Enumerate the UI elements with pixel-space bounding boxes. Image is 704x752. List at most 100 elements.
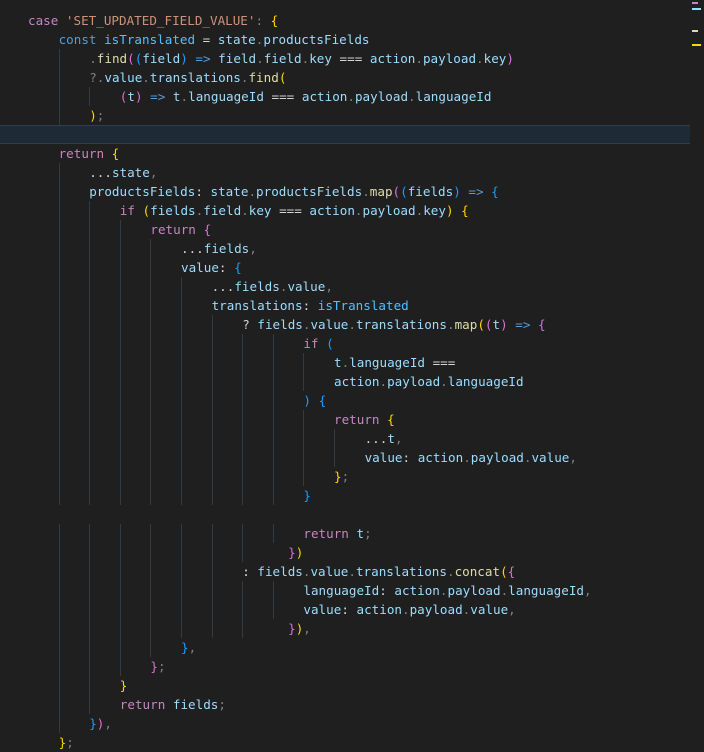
indent-guide: [58, 448, 60, 467]
indent-guide: [119, 220, 121, 239]
code-line[interactable]: },: [0, 638, 690, 657]
indent-guide: [242, 524, 244, 543]
indent-guide: [89, 429, 91, 448]
code-line[interactable]: return {: [0, 144, 690, 163]
indent-guide: [181, 543, 182, 562]
code-token: ===: [425, 355, 456, 370]
indent-guide: [181, 524, 182, 543]
code-token: value: [181, 260, 219, 275]
code-line[interactable]: t.languageId ===: [0, 353, 690, 372]
indent-guide: [181, 619, 182, 638]
code-line[interactable]: value: {: [0, 258, 690, 277]
indent-guide: [58, 600, 60, 619]
code-line[interactable]: return {: [0, 410, 690, 429]
indent-guide: [58, 296, 60, 315]
code-token: fields: [257, 317, 303, 332]
code-token: {: [318, 393, 327, 408]
code-line[interactable]: ?.value.translations.find(: [0, 68, 690, 87]
code-line[interactable]: return {: [0, 220, 690, 239]
code-token: t: [334, 355, 342, 370]
code-token: {: [507, 564, 516, 579]
code-token: return: [150, 222, 204, 237]
indent-guide: [150, 258, 152, 277]
code-line[interactable]: value: action.payload.value,: [0, 448, 690, 467]
code-line[interactable]: }: [0, 676, 690, 695]
indent-guide: [58, 315, 60, 334]
code-line[interactable]: value: action.payload.value,: [0, 600, 690, 619]
code-token: (: [400, 184, 408, 199]
code-line[interactable]: ...fields,: [0, 239, 690, 258]
code-line[interactable]: action.payload.languageId: [0, 372, 690, 391]
code-line[interactable]: ) {: [0, 391, 690, 410]
code-line[interactable]: ...state,: [0, 163, 690, 182]
indent-guide: [181, 372, 182, 391]
code-token: ): [453, 184, 461, 199]
indent-guide: [119, 429, 121, 448]
indent-guide: [150, 562, 152, 581]
code-line[interactable]: : fields.value.translations.concat({: [0, 562, 690, 581]
code-line[interactable]: ...fields.value,: [0, 277, 690, 296]
code-line[interactable]: ? fields.value.translations.map((t) => {: [0, 315, 690, 334]
indent-guide: [272, 334, 274, 353]
minimap-slider[interactable]: [690, 0, 704, 52]
code-line[interactable]: languageId: action.payload.languageId,: [0, 581, 690, 600]
code-token: languageId: [188, 89, 264, 104]
indent-guide: [119, 239, 121, 258]
indent-guide: [58, 182, 60, 201]
code-token: ;: [341, 469, 350, 484]
code-line[interactable]: }): [0, 543, 690, 562]
code-line[interactable]: return t;: [0, 524, 690, 543]
indent-guide: [150, 410, 152, 429]
code-line[interactable]: [0, 125, 690, 144]
code-line[interactable]: if (fields.field.key === action.payload.…: [0, 201, 690, 220]
code-line[interactable]: translations: isTranslated: [0, 296, 690, 315]
code-line[interactable]: };: [0, 467, 690, 486]
indent-guide: [150, 277, 152, 296]
code-token: find: [96, 51, 128, 66]
code-token: .: [476, 51, 484, 66]
indent-guide: [272, 448, 274, 467]
indent-guide: [150, 334, 152, 353]
indent-guide: [211, 315, 213, 334]
code-editor[interactable]: case 'SET_UPDATED_FIELD_VALUE': {const i…: [0, 0, 704, 750]
code-line[interactable]: return fields;: [0, 695, 690, 714]
code-token: :: [242, 564, 258, 579]
indent-guide: [119, 543, 121, 562]
code-token: :: [195, 184, 211, 199]
code-line[interactable]: (t) => t.languageId === action.payload.l…: [0, 87, 690, 106]
indent-guide: [303, 372, 305, 391]
code-line[interactable]: }),: [0, 714, 690, 733]
code-line[interactable]: productsFields: state.productsFields.map…: [0, 182, 690, 201]
code-token: t: [127, 89, 135, 104]
code-line[interactable]: }),: [0, 619, 690, 638]
code-token: fields: [172, 697, 219, 712]
code-line[interactable]: case 'SET_UPDATED_FIELD_VALUE': {: [0, 11, 690, 30]
code-token: ,: [508, 602, 516, 617]
indent-guide: [119, 524, 121, 543]
code-line[interactable]: };: [0, 657, 690, 676]
code-line[interactable]: if (: [0, 334, 690, 353]
code-token: t: [172, 89, 181, 104]
code-line[interactable]: }: [0, 486, 690, 505]
code-token: .: [142, 70, 150, 85]
code-token: ): [134, 89, 143, 104]
indent-guide: [303, 353, 305, 372]
code-token: if: [303, 336, 327, 351]
indent-guide: [119, 391, 121, 410]
code-line[interactable]: ...t,: [0, 429, 690, 448]
indent-guide: [242, 467, 244, 486]
indent-guide: [181, 296, 182, 315]
indent-guide: [58, 106, 60, 125]
code-token: value: [310, 564, 349, 579]
code-line[interactable]: const isTranslated = state.productsField…: [0, 30, 690, 49]
minimap[interactable]: [690, 0, 704, 743]
code-line[interactable]: );: [0, 106, 690, 125]
code-token: .: [248, 184, 257, 199]
indent-guide: [334, 429, 335, 448]
indent-guide: [181, 600, 182, 619]
indent-guide: [181, 467, 182, 486]
code-area[interactable]: case 'SET_UPDATED_FIELD_VALUE': {const i…: [0, 11, 690, 752]
code-line[interactable]: [0, 505, 690, 524]
code-line[interactable]: .find((field) => field.field.key === act…: [0, 49, 690, 68]
